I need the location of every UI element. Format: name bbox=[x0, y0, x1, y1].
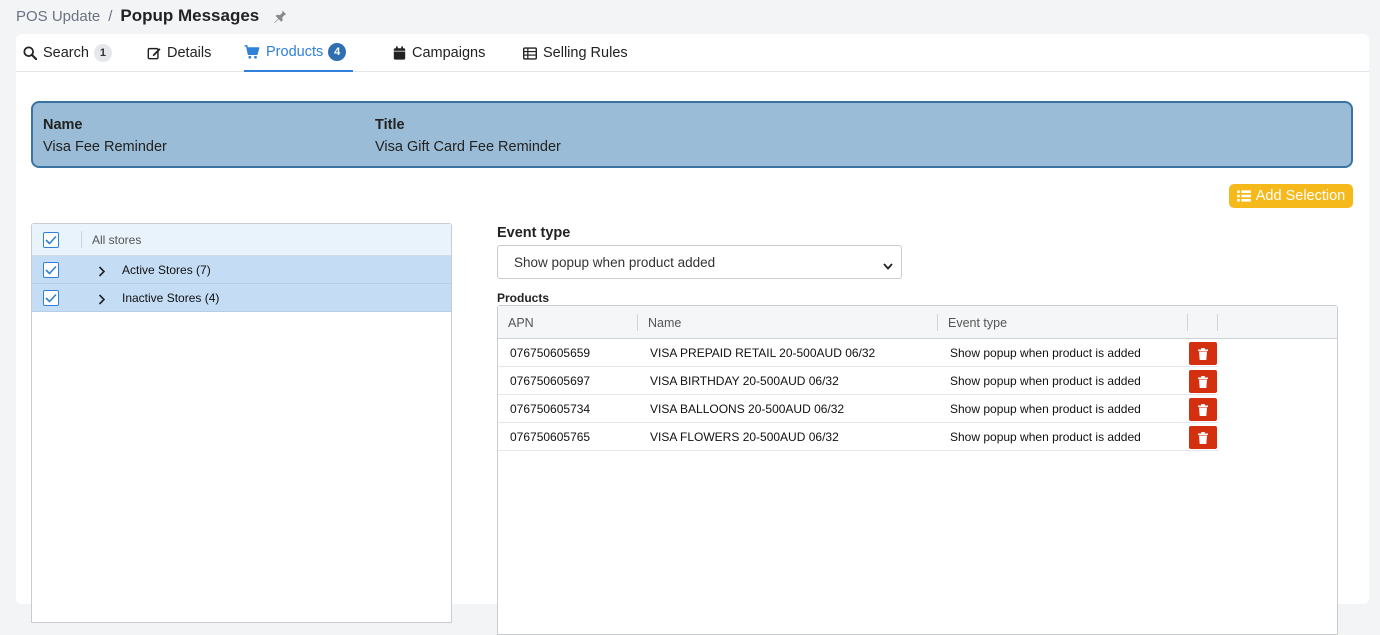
tab-search-label: Search bbox=[43, 45, 89, 61]
cell-name: VISA BIRTHDAY 20-500AUD 06/32 bbox=[650, 374, 839, 388]
table-row[interactable]: 076750605734 VISA BALLOONS 20-500AUD 06/… bbox=[498, 395, 1218, 423]
name-value: Visa Fee Reminder bbox=[43, 139, 167, 155]
inactive-stores-checkbox[interactable] bbox=[43, 290, 59, 306]
delete-button[interactable] bbox=[1189, 370, 1217, 393]
select-all-stores-checkbox[interactable] bbox=[43, 232, 59, 248]
cell-apn: 076750605659 bbox=[510, 346, 591, 360]
tab-campaigns-label: Campaigns bbox=[412, 45, 486, 61]
store-tree-header: All stores bbox=[32, 224, 451, 256]
tab-search-badge: 1 bbox=[93, 44, 112, 62]
event-type-selected-value: Show popup when product added bbox=[514, 254, 716, 270]
title-label: Title bbox=[375, 117, 405, 133]
breadcrumb: POS Update / Popup Messages bbox=[16, 5, 287, 27]
column-header-apn[interactable]: APN bbox=[508, 316, 534, 330]
tab-bar: Search 1 Details Products 4 Campaigns Se… bbox=[16, 34, 1369, 72]
main-panel: Search 1 Details Products 4 Campaigns Se… bbox=[16, 34, 1369, 635]
tab-products-badge: 4 bbox=[328, 43, 347, 61]
event-type-label: Event type bbox=[497, 225, 571, 241]
edit-icon bbox=[147, 47, 161, 60]
trash-icon bbox=[1198, 375, 1208, 388]
breadcrumb-parent-link[interactable]: POS Update bbox=[16, 8, 100, 25]
tab-products-label: Products bbox=[266, 44, 324, 60]
event-type-select[interactable]: Show popup when product added bbox=[497, 245, 902, 279]
column-header-name[interactable]: Name bbox=[648, 316, 681, 330]
cell-apn: 076750605734 bbox=[510, 402, 591, 416]
list-icon bbox=[1236, 190, 1251, 202]
table-row[interactable]: 076750605659 VISA PREPAID RETAIL 20-500A… bbox=[498, 339, 1218, 367]
column-separator bbox=[637, 314, 638, 331]
trash-icon bbox=[1198, 347, 1208, 360]
all-stores-label: All stores bbox=[92, 233, 142, 247]
cell-event-type: Show popup when product is added bbox=[950, 430, 1141, 444]
cell-name: VISA PREPAID RETAIL 20-500AUD 06/32 bbox=[650, 346, 876, 360]
inactive-stores-label: Inactive Stores (4) bbox=[122, 291, 220, 305]
chevron-right-icon[interactable] bbox=[98, 292, 106, 310]
cell-event-type: Show popup when product is added bbox=[950, 402, 1141, 416]
table-row[interactable]: 076750605765 VISA FLOWERS 20-500AUD 06/3… bbox=[498, 423, 1218, 451]
header-separator bbox=[81, 231, 82, 248]
add-selection-button[interactable]: Add Selection bbox=[1229, 184, 1353, 208]
delete-button[interactable] bbox=[1189, 342, 1217, 365]
pin-icon[interactable] bbox=[273, 9, 287, 23]
title-value: Visa Gift Card Fee Reminder bbox=[375, 139, 561, 155]
trash-icon bbox=[1198, 431, 1208, 444]
table-icon bbox=[523, 46, 537, 60]
column-header-event-type[interactable]: Event type bbox=[948, 316, 1007, 330]
cell-name: VISA BALLOONS 20-500AUD 06/32 bbox=[650, 402, 845, 416]
products-label: Products bbox=[497, 291, 550, 305]
products-grid-header: APN Name Event type bbox=[498, 306, 1337, 339]
cell-apn: 076750605697 bbox=[510, 374, 591, 388]
cell-event-type: Show popup when product is added bbox=[950, 346, 1141, 360]
tab-campaigns[interactable]: Campaigns bbox=[393, 34, 485, 72]
cell-event-type: Show popup when product is added bbox=[950, 374, 1141, 388]
active-stores-checkbox[interactable] bbox=[43, 262, 59, 278]
tab-products[interactable]: Products 4 bbox=[244, 34, 353, 72]
column-separator bbox=[1187, 314, 1188, 331]
page-title: Popup Messages bbox=[120, 6, 260, 25]
tab-details[interactable]: Details bbox=[147, 34, 211, 72]
delete-button[interactable] bbox=[1189, 398, 1217, 421]
cell-name: VISA FLOWERS 20-500AUD 06/32 bbox=[650, 430, 839, 444]
column-separator bbox=[1217, 314, 1218, 331]
cart-icon bbox=[244, 45, 260, 59]
checkmark-icon bbox=[45, 265, 57, 275]
table-row[interactable]: 076750605697 VISA BIRTHDAY 20-500AUD 06/… bbox=[498, 367, 1218, 395]
name-label: Name bbox=[43, 117, 83, 133]
products-grid: APN Name Event type 076750605659 VISA PR… bbox=[497, 305, 1338, 635]
tab-selling-rules[interactable]: Selling Rules bbox=[523, 34, 628, 72]
chevron-right-icon[interactable] bbox=[98, 264, 106, 282]
checkmark-icon bbox=[45, 235, 57, 245]
trash-icon bbox=[1198, 403, 1208, 416]
add-selection-label: Add Selection bbox=[1255, 188, 1346, 204]
cell-apn: 076750605765 bbox=[510, 430, 591, 444]
search-icon bbox=[23, 46, 37, 60]
tab-details-label: Details bbox=[167, 45, 212, 61]
store-tree: All stores Active Stores (7) Inactive St… bbox=[31, 223, 452, 623]
tab-selling-rules-label: Selling Rules bbox=[543, 45, 628, 61]
column-separator bbox=[937, 314, 938, 331]
active-stores-label: Active Stores (7) bbox=[122, 263, 211, 277]
checkmark-icon bbox=[45, 293, 57, 303]
chevron-down-icon bbox=[883, 258, 893, 273]
tab-search[interactable]: Search 1 bbox=[23, 34, 112, 72]
calendar-icon bbox=[393, 46, 406, 60]
store-group-row[interactable]: Inactive Stores (4) bbox=[32, 284, 451, 312]
delete-button[interactable] bbox=[1189, 426, 1217, 449]
message-summary: Name Visa Fee Reminder Title Visa Gift C… bbox=[31, 101, 1353, 168]
store-group-row[interactable]: Active Stores (7) bbox=[32, 256, 451, 284]
breadcrumb-separator: / bbox=[108, 7, 113, 25]
